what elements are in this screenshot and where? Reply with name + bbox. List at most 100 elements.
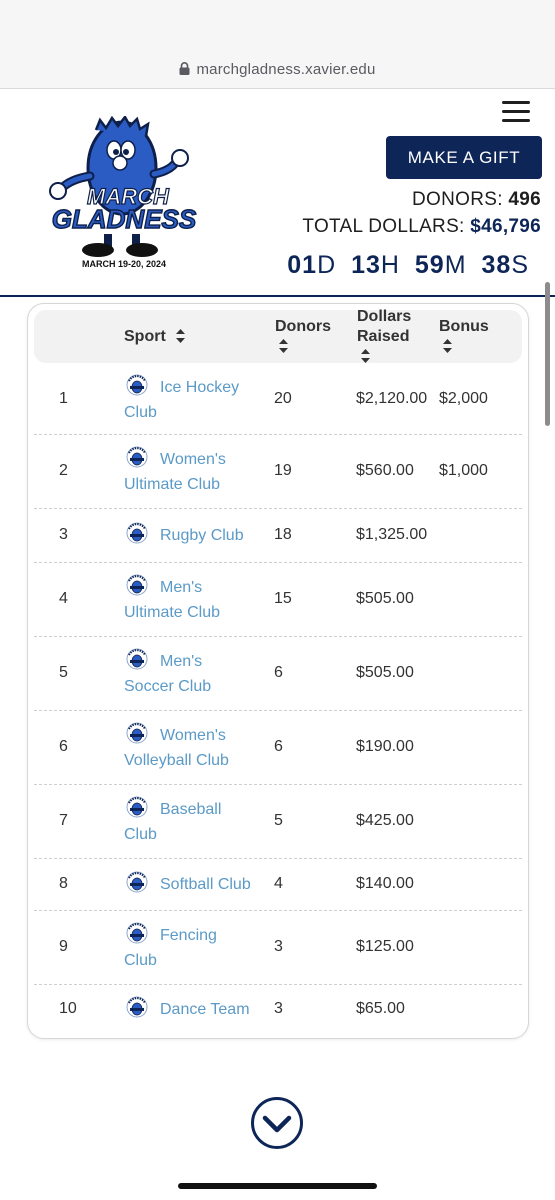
rank-cell: 2 bbox=[59, 462, 68, 479]
rank-cell: 4 bbox=[59, 590, 68, 607]
table-row: 1 Ice Hockey Club 20 $2,120.00 $2,000 bbox=[34, 364, 522, 435]
dollars-raised-cell: $505.00 bbox=[356, 664, 414, 681]
dollars-raised-cell: $125.00 bbox=[356, 938, 414, 955]
sport-name-line2: Ultimate Club bbox=[124, 604, 221, 621]
column-header-bonus[interactable]: Bonus bbox=[439, 317, 489, 353]
rank-cell: 7 bbox=[59, 812, 68, 829]
column-header-donors[interactable]: Donors bbox=[275, 317, 331, 353]
donors-cell: 15 bbox=[274, 590, 292, 607]
dollars-raised-cell: $1,325.00 bbox=[356, 526, 428, 543]
column-header-dollars-raised[interactable]: Dollars Raised bbox=[357, 307, 411, 363]
hamburger-menu-icon[interactable] bbox=[502, 101, 530, 123]
team-badge-icon bbox=[126, 648, 148, 670]
table-row: 6 Women's Volleyball Club 6 $190.00 bbox=[34, 710, 522, 785]
team-badge-icon bbox=[126, 796, 148, 818]
rank-cell: 8 bbox=[59, 875, 68, 892]
team-badge-icon bbox=[126, 722, 148, 744]
donors-cell: 3 bbox=[274, 1000, 283, 1017]
dollars-raised-cell: $65.00 bbox=[356, 1000, 405, 1017]
sport-link[interactable]: Fencing Club bbox=[124, 922, 269, 973]
countdown-hours-unit: H bbox=[380, 251, 400, 279]
sport-name-line1: Women's bbox=[160, 727, 226, 744]
sport-name-line2: Club bbox=[124, 952, 157, 969]
march-gladness-logo[interactable]: MARCH GLADNESS MARCH 19-20, 2024 bbox=[38, 116, 210, 274]
sort-arrows-icon[interactable] bbox=[443, 339, 452, 353]
sport-name-line1: Rugby Club bbox=[160, 527, 244, 544]
total-dollars-value: $46,796 bbox=[470, 216, 541, 237]
donors-cell: 5 bbox=[274, 812, 283, 829]
column-header-sport[interactable]: Sport bbox=[124, 327, 186, 347]
donors-cell: 6 bbox=[274, 738, 283, 755]
leaderboard-table: Sport Donors Dollars Raised Bonus 1 Ice H… bbox=[27, 303, 529, 1039]
donors-cell: 18 bbox=[274, 526, 292, 543]
sport-name-line1: Men's bbox=[160, 579, 203, 596]
sport-link[interactable]: Dance Team bbox=[124, 996, 269, 1022]
url-text: marchgladness.xavier.edu bbox=[196, 61, 376, 78]
sport-name-line2: Volleyball Club bbox=[124, 752, 229, 769]
table-header-row: Sport Donors Dollars Raised Bonus bbox=[34, 307, 522, 363]
table-row: 3 Rugby Club 18 $1,325.00 bbox=[34, 508, 522, 563]
dollars-raised-cell: $2,120.00 bbox=[356, 390, 428, 407]
rank-cell: 6 bbox=[59, 738, 68, 755]
sport-link[interactable]: Men's Soccer Club bbox=[124, 648, 269, 699]
sport-link[interactable]: Softball Club bbox=[124, 871, 269, 897]
sport-name-line1: Fencing bbox=[160, 927, 217, 944]
sport-name-line2: Club bbox=[124, 826, 157, 843]
total-dollars-stat: TOTAL DOLLARS: $46,796 bbox=[302, 216, 541, 238]
countdown-minutes-unit: M bbox=[444, 251, 467, 279]
home-indicator[interactable] bbox=[178, 1183, 377, 1189]
header-divider bbox=[0, 295, 555, 297]
sport-link[interactable]: Women's Ultimate Club bbox=[124, 446, 269, 497]
countdown-hours: 13 bbox=[351, 251, 381, 279]
logo-date-text: MARCH 19-20, 2024 bbox=[82, 259, 166, 269]
team-badge-icon bbox=[126, 522, 148, 544]
sort-arrows-icon[interactable] bbox=[176, 329, 186, 343]
table-row: 7 Baseball Club 5 $425.00 bbox=[34, 784, 522, 859]
sort-arrows-icon[interactable] bbox=[279, 339, 288, 353]
sport-link[interactable]: Men's Ultimate Club bbox=[124, 574, 269, 625]
bonus-header-label: Bonus bbox=[439, 318, 489, 335]
table-row: 10 Dance Team 3 $65.00 bbox=[34, 984, 522, 1034]
countdown-seconds-unit: S bbox=[511, 251, 529, 279]
table-row: 2 Women's Ultimate Club 19 $560.00 $1,000 bbox=[34, 434, 522, 509]
table-row: 4 Men's Ultimate Club 15 $505.00 bbox=[34, 562, 522, 637]
table-row: 5 Men's Soccer Club 6 $505.00 bbox=[34, 636, 522, 711]
donors-cell: 19 bbox=[274, 462, 292, 479]
donors-cell: 3 bbox=[274, 938, 283, 955]
dollars-raised-cell: $505.00 bbox=[356, 590, 414, 607]
page-scrollbar[interactable] bbox=[545, 282, 550, 426]
team-badge-icon bbox=[126, 996, 148, 1018]
sport-link[interactable]: Baseball Club bbox=[124, 796, 269, 847]
sport-name-line2: Ultimate Club bbox=[124, 476, 221, 493]
dollars-header-line2: Raised bbox=[357, 328, 410, 345]
logo-gladness-text: GLADNESS bbox=[52, 204, 197, 234]
url-display[interactable]: marchgladness.xavier.edu bbox=[0, 61, 555, 78]
sport-name-line1: Softball Club bbox=[160, 876, 251, 893]
team-badge-icon bbox=[126, 922, 148, 944]
donors-label: DONORS: bbox=[412, 189, 503, 210]
sport-link[interactable]: Women's Volleyball Club bbox=[124, 722, 269, 773]
countdown-timer: 01D 13H 59M 38S bbox=[287, 251, 529, 280]
dollars-raised-cell: $190.00 bbox=[356, 738, 414, 755]
team-badge-icon bbox=[126, 374, 148, 396]
sport-name-line2: Soccer Club bbox=[124, 678, 212, 695]
sport-link[interactable]: Ice Hockey Club bbox=[124, 374, 269, 425]
donors-cell: 6 bbox=[274, 664, 283, 681]
team-badge-icon bbox=[126, 574, 148, 596]
dollars-header-line1: Dollars bbox=[357, 308, 412, 325]
sport-name-line1: Baseball bbox=[160, 801, 222, 818]
team-badge-icon bbox=[126, 871, 148, 893]
sort-arrows-icon[interactable] bbox=[361, 349, 370, 363]
dollars-raised-cell: $140.00 bbox=[356, 875, 414, 892]
make-a-gift-button[interactable]: MAKE A GIFT bbox=[386, 136, 542, 179]
rank-cell: 5 bbox=[59, 664, 68, 681]
donors-stat: DONORS: 496 bbox=[412, 189, 541, 211]
dollars-raised-cell: $560.00 bbox=[356, 462, 414, 479]
countdown-seconds: 38 bbox=[481, 251, 512, 279]
table-row: 8 Softball Club 4 $140.00 bbox=[34, 858, 522, 911]
chevron-down-circle-icon[interactable] bbox=[250, 1096, 304, 1150]
sport-header-label: Sport bbox=[124, 328, 166, 345]
sport-link[interactable]: Rugby Club bbox=[124, 522, 269, 548]
lock-icon bbox=[179, 62, 190, 75]
browser-url-bar[interactable]: marchgladness.xavier.edu bbox=[0, 0, 555, 89]
